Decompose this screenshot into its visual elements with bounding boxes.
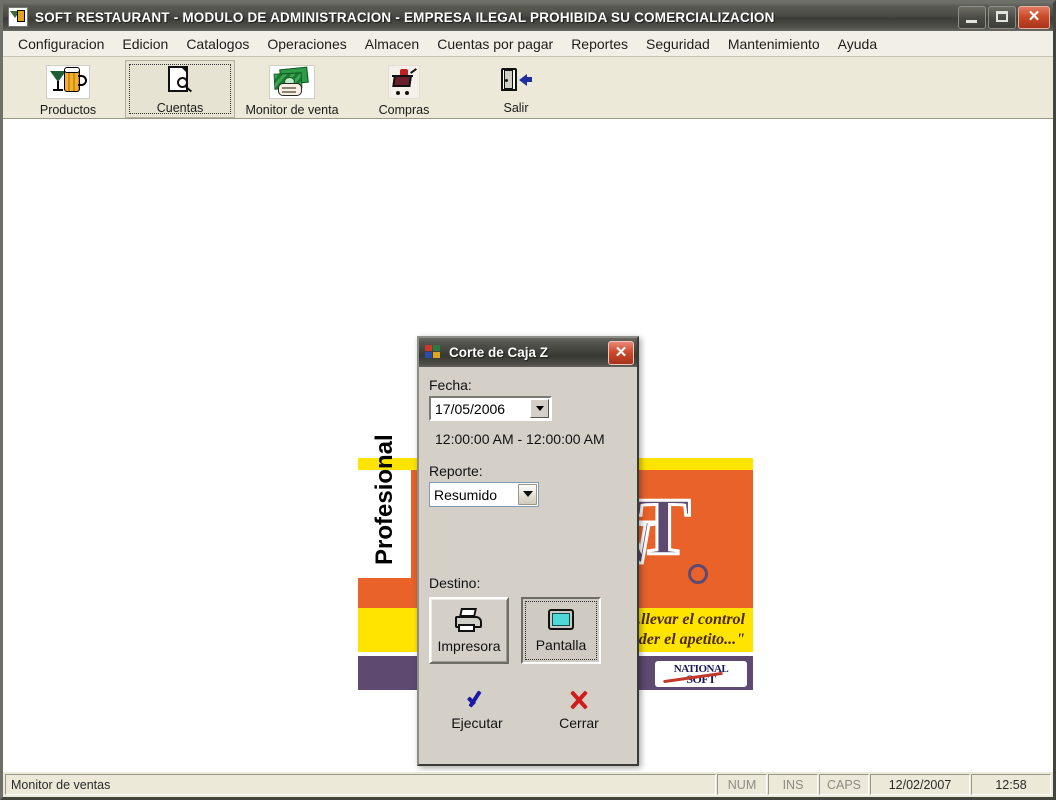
toolbar-button-cuentas[interactable]: Cuentas xyxy=(125,60,235,118)
minimize-button[interactable] xyxy=(958,6,986,29)
toolbar-button-label: Monitor de venta xyxy=(245,103,339,117)
toolbar-button-label: Cuentas xyxy=(156,101,204,115)
application-window: SOFT RESTAURANT - MODULO DE ADMINISTRACI… xyxy=(0,0,1056,800)
corte-de-caja-dialog: Corte de Caja Z ✕ Fecha: 17/05/2006 12:0… xyxy=(417,336,639,766)
menu-item-configuracion[interactable]: Configuracion xyxy=(9,33,113,55)
status-time: 12:58 xyxy=(971,774,1051,795)
menu-item-seguridad[interactable]: Seguridad xyxy=(637,33,719,55)
dialog-body: Fecha: 17/05/2006 12:00:00 AM - 12:00:00… xyxy=(419,367,637,764)
destino-impresora-label: Impresora xyxy=(437,638,501,654)
cross-icon xyxy=(566,687,592,713)
window-title: SOFT RESTAURANT - MODULO DE ADMINISTRACI… xyxy=(35,9,775,25)
status-date: 12/02/2007 xyxy=(870,774,970,795)
status-ins-indicator: INS xyxy=(768,774,818,795)
exit-door-icon xyxy=(498,65,534,97)
splash-vertical-text: Profesional xyxy=(371,434,398,565)
brand-dot-icon xyxy=(688,564,708,584)
menu-item-ayuda[interactable]: Ayuda xyxy=(829,33,886,55)
status-bar: Monitor de ventas NUM INS CAPS 12/02/200… xyxy=(3,771,1053,797)
menu-bar: Configuracion Edicion Catalogos Operaciones… xyxy=(3,31,1053,57)
dialog-action-row: Ejecutar Cerrar xyxy=(429,686,627,732)
menu-item-catalogos[interactable]: Catalogos xyxy=(177,33,258,55)
window-controls: ✕ xyxy=(958,6,1050,29)
menu-item-reportes[interactable]: Reportes xyxy=(562,33,637,55)
toolbar-button-label: Salir xyxy=(503,101,529,115)
destino-impresora-button[interactable]: Impresora xyxy=(429,597,509,664)
fecha-value: 17/05/2006 xyxy=(435,400,506,417)
menu-item-edicion[interactable]: Edicion xyxy=(113,33,177,55)
monitor-icon xyxy=(548,608,574,631)
status-message: Monitor de ventas xyxy=(5,774,716,795)
menu-item-almacen[interactable]: Almacen xyxy=(356,33,428,55)
money-hand-icon xyxy=(269,65,315,99)
mdi-client-area: Profesional T N ...llevar el control sin… xyxy=(3,119,1053,771)
destino-pantalla-button[interactable]: Pantalla xyxy=(521,597,601,664)
close-button[interactable]: ✕ xyxy=(1018,6,1050,29)
reporte-label: Reporte: xyxy=(429,463,483,479)
cerrar-button[interactable]: Cerrar xyxy=(541,686,617,732)
reporte-value: Resumido xyxy=(434,486,498,503)
cerrar-label: Cerrar xyxy=(559,715,599,731)
toolbar-button-salir[interactable]: Salir xyxy=(461,60,571,118)
toolbar-button-label: Productos xyxy=(39,103,97,117)
status-num-indicator: NUM xyxy=(717,774,767,795)
destino-label: Destino: xyxy=(429,575,481,591)
toolbar: Productos Cuentas Monitor de venta Compras S… xyxy=(3,57,1053,119)
shopping-cart-icon xyxy=(388,65,420,99)
chevron-down-icon[interactable] xyxy=(518,484,537,505)
national-soft-logo: NATIONAL SOFT xyxy=(655,661,747,687)
window-title-bar: SOFT RESTAURANT - MODULO DE ADMINISTRACI… xyxy=(3,3,1053,31)
close-icon: ✕ xyxy=(614,344,628,361)
printer-icon xyxy=(453,607,485,632)
dialog-title-bar: Corte de Caja Z ✕ xyxy=(419,338,637,367)
status-caps-indicator: CAPS xyxy=(819,774,869,795)
fecha-date-picker[interactable]: 17/05/2006 xyxy=(429,396,552,421)
menu-item-operaciones[interactable]: Operaciones xyxy=(258,33,355,55)
fecha-label: Fecha: xyxy=(429,377,472,393)
toolbar-button-label: Compras xyxy=(378,103,430,117)
reporte-select[interactable]: Resumido xyxy=(429,482,539,507)
chevron-down-icon[interactable] xyxy=(530,399,549,418)
windows-flag-icon xyxy=(425,345,442,360)
menu-item-cuentas-por-pagar[interactable]: Cuentas por pagar xyxy=(428,33,562,55)
destino-button-group: Impresora Pantalla xyxy=(429,597,627,664)
toolbar-button-monitor-de-venta[interactable]: Monitor de venta xyxy=(237,60,347,118)
drinks-icon xyxy=(46,65,90,99)
dialog-close-button[interactable]: ✕ xyxy=(608,341,634,365)
close-icon: ✕ xyxy=(1027,8,1041,25)
checkmark-icon xyxy=(464,687,490,713)
menu-item-mantenimiento[interactable]: Mantenimiento xyxy=(719,33,829,55)
time-range-text: 12:00:00 AM - 12:00:00 AM xyxy=(435,431,605,447)
toolbar-button-compras[interactable]: Compras xyxy=(349,60,459,118)
toolbar-button-productos[interactable]: Productos xyxy=(13,60,123,118)
maximize-button[interactable] xyxy=(988,6,1016,29)
ejecutar-label: Ejecutar xyxy=(451,715,503,731)
ejecutar-button[interactable]: Ejecutar xyxy=(439,686,515,732)
document-search-icon xyxy=(165,65,195,97)
restaurant-app-icon xyxy=(8,7,28,27)
dialog-title: Corte de Caja Z xyxy=(449,345,549,360)
